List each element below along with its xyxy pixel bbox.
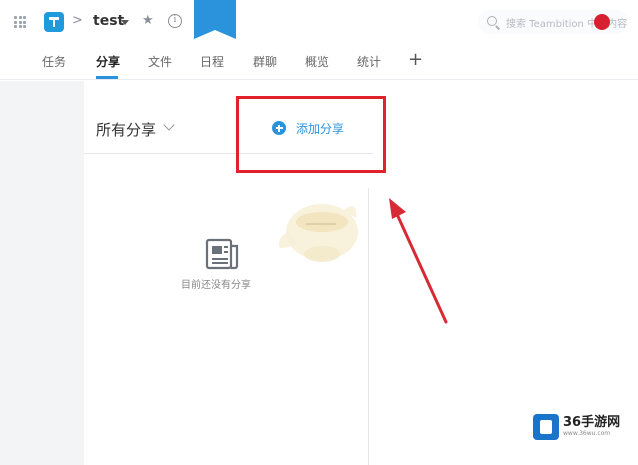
breadcrumb-separator: >	[72, 13, 83, 28]
active-tab-indicator	[96, 76, 118, 79]
teambition-logo-icon[interactable]	[44, 12, 64, 32]
tab-chat[interactable]: 群聊	[253, 53, 277, 70]
avatar[interactable]	[594, 14, 610, 30]
tab-schedule[interactable]: 日程	[200, 53, 224, 70]
project-name[interactable]: test	[93, 13, 124, 29]
annotation-arrow-icon	[389, 198, 448, 324]
top-bar: > test ★ i 搜索 Teambition 中的内容	[0, 0, 638, 44]
document-icon	[205, 238, 239, 270]
watermark-url: www.36wu.com	[563, 430, 611, 437]
tab-tasks[interactable]: 任务	[42, 53, 66, 70]
project-tabs: 任务 分享 文件 日程 群聊 概览 统计 +	[0, 44, 638, 80]
add-tab-button[interactable]: +	[408, 49, 423, 70]
share-filter-dropdown[interactable]: 所有分享	[96, 119, 156, 140]
search-icon	[487, 16, 497, 26]
watermark-logo: 36手游网 www.36wu.com	[533, 411, 628, 443]
empty-state-text: 目前还没有分享	[181, 280, 251, 291]
app-window: > test ★ i 搜索 Teambition 中的内容 任务 分享 文件 日…	[0, 0, 638, 465]
star-icon[interactable]: ★	[142, 13, 154, 28]
watermark-logo-icon	[533, 414, 559, 440]
tab-overview[interactable]: 概览	[305, 53, 329, 70]
column-divider	[368, 188, 369, 465]
tab-shares[interactable]: 分享	[96, 53, 120, 70]
tab-files[interactable]: 文件	[148, 53, 172, 70]
watermark-mascot-icon	[279, 204, 358, 262]
highlight-annotation-box	[236, 96, 386, 173]
watermark-title: 36手游网	[563, 415, 621, 430]
tab-statistics[interactable]: 统计	[357, 53, 381, 70]
info-icon[interactable]: i	[168, 14, 182, 28]
bookmark-icon	[194, 0, 236, 39]
left-sidebar-strip	[0, 81, 84, 465]
app-grid-icon[interactable]	[14, 16, 26, 28]
caret-down-icon[interactable]	[121, 20, 129, 25]
chevron-down-icon[interactable]	[163, 119, 175, 131]
search-box[interactable]: 搜索 Teambition 中的内容	[478, 10, 628, 34]
